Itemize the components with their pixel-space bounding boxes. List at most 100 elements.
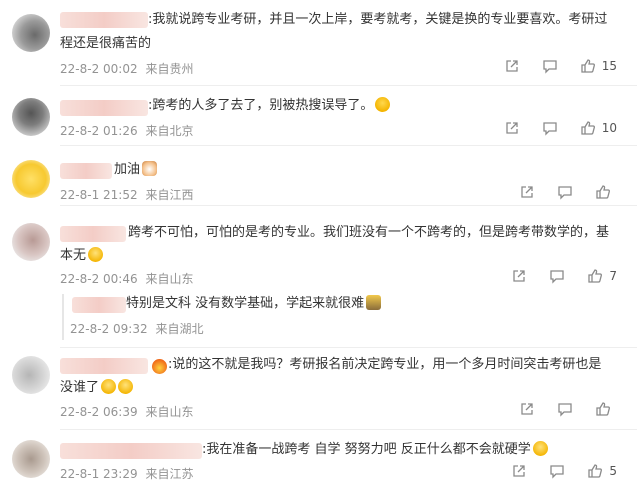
comment-text: :说的这不就是我吗？考研报名前决定跨专业，用一个多月时间突击考研也是	[168, 357, 602, 372]
reply-date: 22-8-2 09:32	[70, 322, 148, 336]
reply-text: 特别是文科 没有数学基础，学起来就很难	[126, 293, 382, 315]
comment-date: 22-8-1 21:52	[60, 188, 138, 202]
comment-date: 22-8-2 00:46	[60, 272, 138, 286]
like-count: 10	[601, 121, 617, 135]
like-button[interactable]	[595, 401, 617, 417]
comment-meta: 22-8-2 06:39 来自山东	[60, 403, 193, 420]
emoji-icon	[101, 379, 117, 394]
username-blurred[interactable]	[60, 226, 126, 242]
comment-item: :跨考的人多了去了，别被热搜误导了。 22-8-2 01:26 来自北京 10	[0, 86, 637, 146]
like-button[interactable]: 15	[580, 58, 617, 74]
comment-actions: 10	[482, 120, 617, 136]
comment-text: 加油	[114, 159, 158, 181]
comment-text: :我在准备一战跨考 自学 努努力吧 反正什么都不会就硬学	[202, 439, 548, 461]
comment-text-body: 本无	[60, 248, 87, 263]
comment-location: 来自山东	[145, 272, 194, 286]
share-icon	[504, 120, 520, 136]
username-blurred[interactable]	[60, 12, 148, 28]
avatar[interactable]	[12, 160, 50, 198]
comment-text-cont: 程还是很痛苦的	[60, 36, 152, 51]
avatar[interactable]	[12, 14, 50, 52]
comment-location: 来自山东	[145, 405, 194, 419]
comment-icon	[549, 268, 565, 284]
comment-item: 加油 22-8-1 21:52 来自江西	[0, 146, 637, 206]
avatar[interactable]	[12, 98, 50, 136]
comment-actions	[497, 184, 617, 200]
comment-meta: 22-8-2 01:26 来自北京	[60, 122, 193, 139]
comment-meta: 22-8-1 21:52 来自江西	[60, 186, 193, 203]
emoji-icon	[532, 441, 548, 456]
emoji-icon	[375, 97, 391, 112]
thumbs-up-icon	[587, 268, 603, 284]
share-icon	[519, 184, 535, 200]
comment-text-body: 加油	[114, 162, 141, 177]
emoji-icon	[118, 379, 134, 394]
comment-item: :说的这不就是我吗？考研报名前决定跨专业，用一个多月时间突击考研也是 没谁了 2…	[0, 348, 637, 430]
comment-text-body: 没谁了	[60, 380, 100, 395]
comment-icon	[549, 463, 565, 479]
share-button[interactable]	[504, 120, 520, 136]
comment-location: 来自江苏	[145, 467, 194, 481]
reply-button[interactable]	[542, 120, 558, 136]
comment-icon	[542, 120, 558, 136]
comment-date: 22-8-2 00:02	[60, 62, 138, 76]
share-button[interactable]	[519, 184, 535, 200]
username-blurred[interactable]	[60, 100, 148, 116]
comment-item: 跨考不可怕，可怕的是考的专业。我们班没有一个不跨考的，但是跨考带数学的，基 本无…	[0, 206, 637, 348]
comment-meta: 22-8-2 00:46 来自山东	[60, 270, 193, 287]
comment-text-cont: 本无	[60, 245, 104, 267]
fire-icon	[152, 359, 167, 374]
comment-item: :我在准备一战跨考 自学 努努力吧 反正什么都不会就硬学 22-8-1 23:2…	[0, 430, 637, 491]
like-button[interactable]: 7	[587, 268, 617, 284]
username-blurred[interactable]	[60, 358, 148, 374]
comment-text-cont: 没谁了	[60, 377, 134, 399]
username-blurred[interactable]	[60, 443, 202, 459]
comment-meta: 22-8-1 23:29 来自江苏	[60, 465, 193, 482]
reply-button[interactable]	[557, 184, 573, 200]
comment-item: :我就说跨专业考研，并且一次上岸，要考就考，关键是换的专业要喜欢。考研过 程还是…	[0, 0, 637, 86]
emoji-icon	[366, 295, 382, 310]
thumbs-up-icon	[587, 463, 603, 479]
avatar[interactable]	[12, 440, 50, 478]
reply-button[interactable]	[542, 58, 558, 74]
share-button[interactable]	[504, 58, 520, 74]
comment-location: 来自江西	[145, 188, 194, 202]
share-button[interactable]	[519, 401, 535, 417]
avatar[interactable]	[12, 356, 50, 394]
share-button[interactable]	[511, 268, 527, 284]
like-count: 15	[601, 59, 617, 73]
emoji-icon	[142, 161, 158, 176]
avatar[interactable]	[12, 223, 50, 261]
username-blurred[interactable]	[72, 297, 126, 313]
thumbs-up-icon	[580, 58, 596, 74]
comment-text-body: :跨考的人多了去了，别被热搜误导了。	[148, 98, 374, 113]
thumbs-up-icon	[580, 120, 596, 136]
thumbs-up-icon	[595, 184, 611, 200]
comment-location: 来自北京	[145, 124, 194, 138]
comment-icon	[557, 401, 573, 417]
like-button[interactable]	[595, 184, 617, 200]
comment-date: 22-8-1 23:29	[60, 467, 138, 481]
comment-text-body: :我在准备一战跨考 自学 努努力吧 反正什么都不会就硬学	[202, 442, 531, 457]
comment-actions: 7	[489, 268, 617, 284]
comment-location: 来自贵州	[145, 62, 194, 76]
like-button[interactable]: 10	[580, 120, 617, 136]
reply-button[interactable]	[557, 401, 573, 417]
reply-button[interactable]	[549, 268, 565, 284]
share-button[interactable]	[511, 463, 527, 479]
emoji-icon	[88, 247, 104, 262]
comment-date: 22-8-2 01:26	[60, 124, 138, 138]
username-blurred[interactable]	[60, 163, 112, 179]
comment-meta: 22-8-2 00:02 来自贵州	[60, 60, 193, 77]
comment-actions	[497, 401, 617, 417]
thumbs-up-icon	[595, 401, 611, 417]
share-icon	[504, 58, 520, 74]
sub-reply: 特别是文科 没有数学基础，学起来就很难 22-8-2 09:32 来自湖北	[62, 294, 624, 340]
like-button[interactable]: 5	[587, 463, 617, 479]
reply-meta: 22-8-2 09:32 来自湖北	[70, 320, 203, 337]
comment-actions: 15	[482, 58, 617, 74]
comment-text: :我就说跨专业考研，并且一次上岸，要考就考，关键是换的专业要喜欢。考研过	[148, 12, 608, 27]
comment-text: :跨考的人多了去了，别被热搜误导了。	[148, 95, 391, 117]
reply-button[interactable]	[549, 463, 565, 479]
comment-icon	[557, 184, 573, 200]
